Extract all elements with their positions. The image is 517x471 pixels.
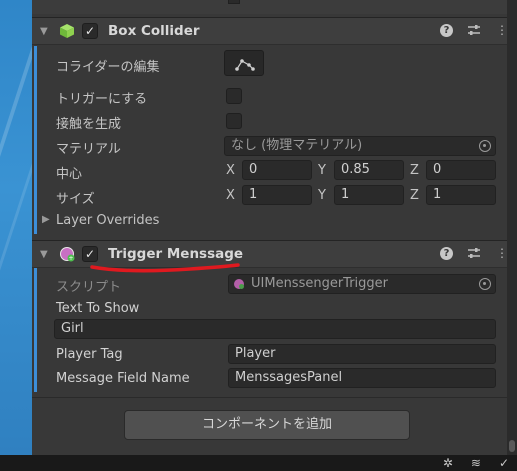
center-y-label: Y [318,163,326,178]
player-tag-label: Player Tag [56,347,123,362]
inspector-scrollbar[interactable] [507,0,517,455]
collapse-caret-icon[interactable]: ▼ [40,249,50,260]
provides-contacts-checkbox[interactable] [226,113,242,129]
script-file-icon [234,279,244,289]
divider [32,397,517,398]
center-x-label: X [226,163,235,178]
size-row: サイズ X 1 Y 1 Z 1 [32,184,517,208]
center-x-input[interactable]: 0 [242,160,312,180]
box-collider-title: Box Collider [108,23,200,39]
edit-collider-row: コライダーの編集 [32,52,517,76]
help-icon[interactable]: ? [440,246,453,260]
box-collider-enabled-checkbox[interactable]: ✓ [82,23,98,39]
material-label: マテリアル [56,142,121,157]
layer-overrides-row[interactable]: ▶ Layer Overrides [32,209,517,233]
check-circle-icon[interactable]: ✓ [499,456,509,470]
layers-icon[interactable]: ≋ [471,456,481,470]
is-trigger-label: トリガーにする [56,92,148,107]
is-trigger-row: トリガーにする [32,84,517,108]
center-y-input[interactable]: 0.85 [334,160,404,180]
center-z-input[interactable]: 0 [426,160,496,180]
add-component-button[interactable]: コンポーネントを追加 [124,410,410,440]
help-icon[interactable]: ? [440,23,453,37]
scrollbar-thumb[interactable] [509,440,515,452]
size-x-input[interactable]: 1 [242,185,312,205]
player-tag-row: Player Tag Player [32,343,517,367]
size-y-input[interactable]: 1 [334,185,404,205]
center-z-label: Z [410,163,419,178]
material-row: マテリアル なし (物理マテリアル) [32,134,517,158]
inspector-panel: ▼ ✓ Box Collider ? ⋮ コライダーの編集 トリガーにする 接触… [32,0,517,455]
previous-field-stub [228,0,240,4]
object-picker-icon[interactable] [479,140,491,152]
size-x-label: X [226,188,235,203]
script-value: UIMenssengerTrigger [251,276,389,291]
message-field-row: Message Field Name MenssagesPanel [32,367,517,391]
status-bar: ✲ ≋ ✓ [0,455,517,471]
script-label: スクリプト [56,280,122,295]
presets-icon[interactable] [467,246,481,260]
message-field-input[interactable]: MenssagesPanel [228,368,496,388]
box-collider-icon [58,22,76,40]
script-field[interactable]: UIMenssengerTrigger [228,274,496,294]
size-label: サイズ [56,192,95,207]
size-z-label: Z [410,188,419,203]
edit-collider-icon [235,59,255,71]
provides-contacts-row: 接触を生成 [32,109,517,133]
edit-collider-label: コライダーの編集 [56,60,160,75]
material-field[interactable]: なし (物理マテリアル) [224,136,496,156]
svg-text:+: + [68,255,73,262]
center-row: 中心 X 0 Y 0.85 Z 0 [32,159,517,183]
debug-icon[interactable]: ✲ [443,456,453,470]
scene-view-edge [0,0,59,471]
layer-overrides-label[interactable]: Layer Overrides [56,213,159,228]
collapse-caret-icon[interactable]: ▼ [40,26,50,37]
presets-icon[interactable] [467,23,481,37]
text-to-show-row: Text To Show [32,297,517,321]
object-picker-icon[interactable] [479,278,491,290]
edit-collider-button[interactable] [224,50,264,76]
message-field-label: Message Field Name [56,371,190,386]
previous-component-tail [32,0,517,14]
script-row: スクリプト UIMenssengerTrigger [32,272,517,296]
text-to-show-textarea[interactable]: Girl [54,319,496,339]
box-collider-header[interactable]: ▼ ✓ Box Collider ? ⋮ [32,17,517,45]
text-to-show-label: Text To Show [56,301,140,316]
center-label: 中心 [56,167,83,182]
player-tag-input[interactable]: Player [228,344,496,364]
size-z-input[interactable]: 1 [426,185,496,205]
size-y-label: Y [318,188,326,203]
provides-contacts-label: 接触を生成 [56,117,122,132]
material-value: なし (物理マテリアル) [231,138,363,153]
expand-caret-icon[interactable]: ▶ [42,214,50,225]
is-trigger-checkbox[interactable] [226,88,242,104]
script-component-icon: + [58,245,76,263]
